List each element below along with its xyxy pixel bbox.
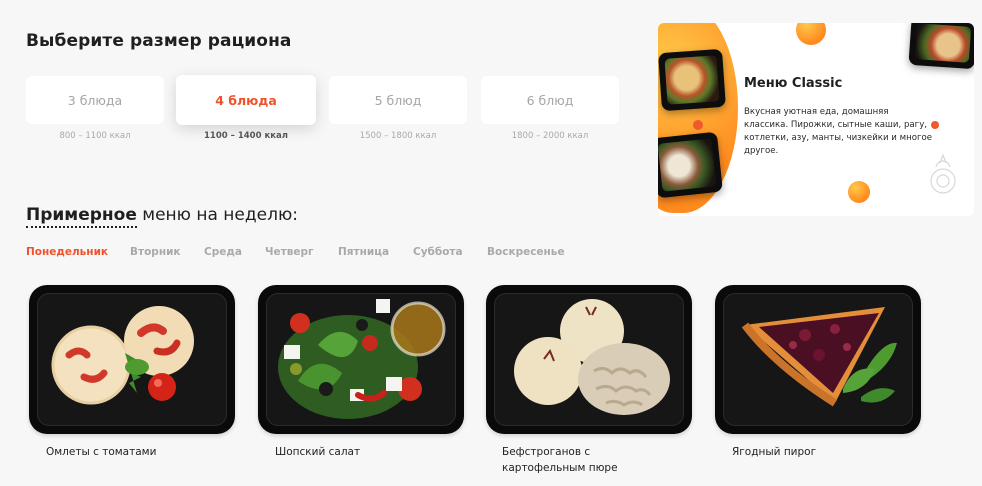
dish-image-beef-stroganoff[interactable] — [486, 285, 692, 434]
size-option-6[interactable]: 6 блюд — [481, 76, 619, 124]
size-option-3-kcal: 800 – 1100 ккал — [59, 131, 131, 141]
size-option-3[interactable]: 3 блюда — [26, 76, 164, 124]
ration-size-title: Выберите размер рациона — [26, 31, 292, 51]
tab-sunday[interactable]: Воскресенье — [487, 246, 565, 258]
dish-image-shopska-salad[interactable] — [258, 285, 464, 434]
size-option-6-kcal: 1800 – 2000 ккал — [511, 131, 589, 141]
tab-wednesday[interactable]: Среда — [204, 246, 242, 258]
menu-classic-description: Вкусная уютная еда, домашняя классика. П… — [744, 107, 933, 156]
weekly-menu-title-accent[interactable]: Примерное — [26, 205, 137, 228]
weekly-menu-title-rest: меню на неделю: — [136, 205, 299, 225]
dish-name-omelette[interactable]: Омлеты с томатами — [46, 445, 236, 461]
orange-dot-top — [796, 23, 826, 45]
menu-classic-title: Меню Classic — [744, 76, 843, 91]
size-option-5[interactable]: 5 блюд — [329, 76, 467, 124]
menu-classic-card[interactable]: Меню Classic Вкусная уютная еда, домашня… — [658, 23, 974, 216]
red-dot-left — [693, 120, 703, 130]
dish-name-beef-stroganoff[interactable]: Бефстроганов с картофельным пюре — [502, 445, 662, 477]
meal-tray-image-3 — [908, 23, 974, 70]
stroganoff-illustration — [514, 299, 670, 415]
omelette-illustration — [51, 306, 194, 405]
dish-image-omelette[interactable] — [29, 285, 235, 434]
tab-friday[interactable]: Пятница — [338, 246, 389, 258]
tab-tuesday[interactable]: Вторник — [130, 246, 181, 258]
weekly-menu-title: Примерное меню на неделю: — [26, 205, 299, 228]
tab-monday[interactable]: Понедельник — [26, 246, 108, 258]
leaf-outline-icon — [930, 153, 956, 194]
size-option-5-kcal: 1500 – 1800 ккал — [359, 131, 437, 141]
tab-thursday[interactable]: Четверг — [265, 246, 313, 258]
pie-illustration — [741, 307, 897, 407]
orange-dot-bottom — [848, 181, 870, 203]
tab-saturday[interactable]: Суббота — [413, 246, 463, 258]
dish-name-berry-pie[interactable]: Ягодный пирог — [732, 445, 922, 461]
meal-tray-image-2 — [658, 131, 723, 199]
dish-name-shopska-salad[interactable]: Шопский салат — [275, 445, 465, 461]
dish-image-berry-pie[interactable] — [715, 285, 921, 434]
salad-illustration — [278, 299, 446, 419]
meal-tray-image-1 — [658, 48, 726, 112]
size-option-4[interactable]: 4 блюда — [176, 75, 316, 125]
size-option-4-kcal: 1100 – 1400 ккал — [204, 131, 288, 141]
